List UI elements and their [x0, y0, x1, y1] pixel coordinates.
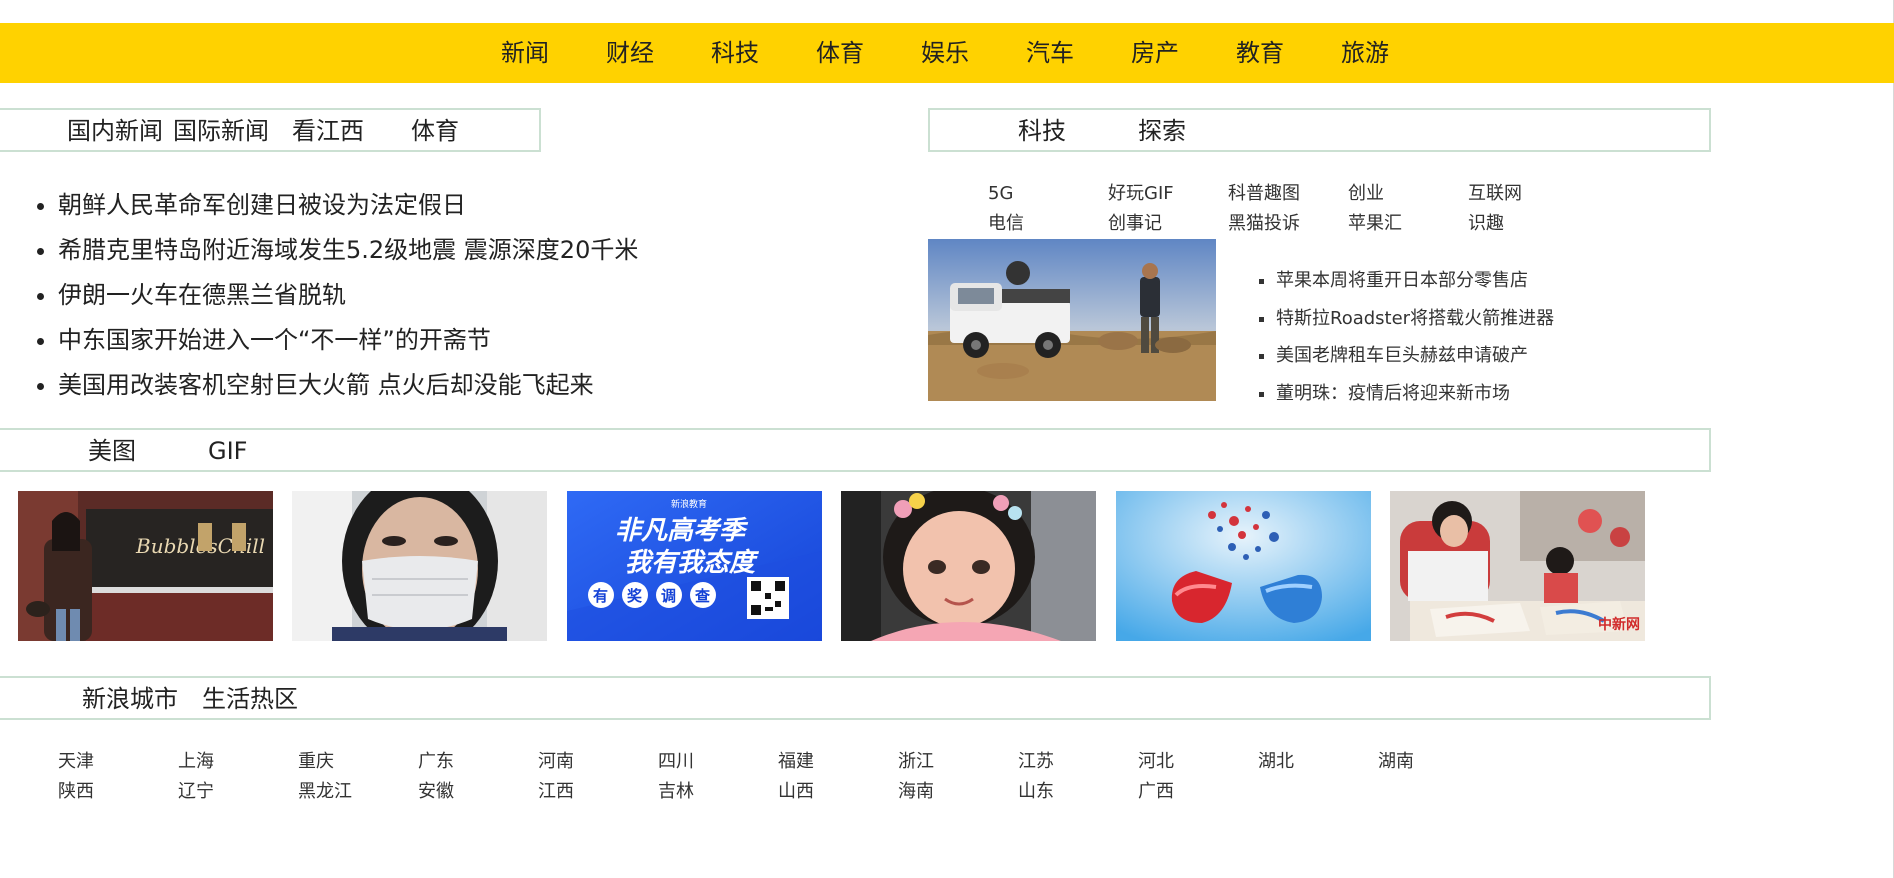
news-item[interactable]: 朝鲜人民革命军创建日被设为法定假日 — [58, 183, 638, 228]
tech-headline-item[interactable]: 特斯拉Roadster将搭载火箭推进器 — [1276, 300, 1554, 338]
city-link[interactable]: 福建 — [778, 749, 814, 775]
nav-travel[interactable]: 旅游 — [1341, 37, 1389, 69]
survey-circle-text: 查 — [695, 587, 711, 605]
gallery-section-header: 美图 GIF — [0, 428, 1711, 472]
gallery-thumb-medicine-capsule[interactable] — [1116, 491, 1371, 641]
tab-sina-city[interactable]: 新浪城市 — [82, 685, 178, 713]
tab-photos[interactable]: 美图 — [88, 437, 136, 465]
city-link[interactable]: 安徽 — [418, 779, 454, 805]
city-link[interactable]: 广东 — [418, 749, 454, 775]
city-link[interactable]: 河北 — [1138, 749, 1174, 775]
news-list: 朝鲜人民革命军创建日被设为法定假日 希腊克里特岛附近海域发生5.2级地震 震源深… — [30, 183, 638, 408]
nav-finance[interactable]: 财经 — [606, 37, 654, 69]
tab-sports[interactable]: 体育 — [411, 117, 459, 145]
nav-sports[interactable]: 体育 — [816, 37, 864, 69]
news-item[interactable]: 美国用改装客机空射巨大火箭 点火后却没能飞起来 — [58, 363, 638, 408]
city-link[interactable]: 河南 — [538, 749, 574, 775]
city-link[interactable]: 山东 — [1018, 779, 1054, 805]
city-link[interactable]: 广西 — [1138, 779, 1174, 805]
banner-title-line2: 我有我态度 — [625, 548, 760, 578]
tech-headline-item[interactable]: 美国老牌租车巨头赫兹申请破产 — [1276, 337, 1554, 375]
top-navigation-bar: 新闻 财经 科技 体育 娱乐 汽车 房产 教育 旅游 — [0, 23, 1894, 83]
qr-code-icon — [747, 577, 789, 619]
nav-education[interactable]: 教育 — [1236, 37, 1284, 69]
tech-link-complaints[interactable]: 黑猫投诉 — [1228, 211, 1300, 237]
banner-title-line1: 非凡高考季 — [615, 516, 749, 546]
city-link[interactable]: 湖南 — [1378, 749, 1414, 775]
tech-link-chuangshiji[interactable]: 创事记 — [1108, 211, 1162, 237]
tech-section-header: 科技 探索 — [928, 108, 1711, 152]
city-link[interactable]: 上海 — [178, 749, 214, 775]
tab-jiangxi[interactable]: 看江西 — [292, 117, 364, 145]
survey-circle-text: 有 — [593, 587, 608, 605]
city-link[interactable]: 四川 — [658, 749, 694, 775]
news-item[interactable]: 中东国家开始进入一个“不一样”的开斋节 — [58, 318, 638, 363]
tech-link-5g[interactable]: 5G — [988, 181, 1013, 207]
city-link[interactable]: 天津 — [58, 749, 94, 775]
news-item[interactable]: 伊朗一火车在德黑兰省脱轨 — [58, 273, 638, 318]
gallery-thumb-masked-face[interactable] — [292, 491, 547, 641]
city-link[interactable]: 海南 — [898, 779, 934, 805]
tech-headline-item[interactable]: 苹果本周将重开日本部分零售店 — [1276, 262, 1554, 300]
tech-link-telecom[interactable]: 电信 — [988, 211, 1024, 237]
tech-link-science[interactable]: 科普趣图 — [1228, 181, 1300, 207]
gallery-thumb-street-woman[interactable]: BubblesChill — [18, 491, 273, 641]
city-link[interactable]: 黑龙江 — [298, 779, 352, 805]
tech-link-internet[interactable]: 互联网 — [1468, 181, 1522, 207]
tab-life-hot-zone[interactable]: 生活热区 — [202, 685, 298, 713]
gallery-thumb-girl-portrait[interactable] — [841, 491, 1096, 641]
tech-headline-item[interactable]: 董明珠：疫情后将迎来新市场 — [1276, 375, 1554, 413]
banner-brand: 新浪教育 — [671, 498, 707, 510]
tab-tech[interactable]: 科技 — [1018, 117, 1066, 145]
tech-link-gif[interactable]: 好玩GIF — [1108, 181, 1174, 207]
nav-news[interactable]: 新闻 — [501, 37, 549, 69]
gallery-thumb-children-painting[interactable]: 中新网 — [1390, 491, 1645, 641]
city-link[interactable]: 陕西 — [58, 779, 94, 805]
survey-circle-text: 调 — [661, 587, 676, 605]
tech-feature-photo[interactable] — [928, 239, 1216, 401]
tech-link-shiqu[interactable]: 识趣 — [1468, 211, 1504, 237]
nav-entertainment[interactable]: 娱乐 — [921, 37, 969, 69]
watermark-text: 中新网 — [1598, 616, 1640, 633]
city-link[interactable]: 山西 — [778, 779, 814, 805]
tab-domestic-news[interactable]: 国内新闻 — [67, 117, 163, 145]
news-section-header: 国内新闻 国际新闻 看江西 体育 — [0, 108, 541, 152]
tech-link-startup[interactable]: 创业 — [1348, 181, 1384, 207]
nav-auto[interactable]: 汽车 — [1026, 37, 1074, 69]
tech-link-apple[interactable]: 苹果汇 — [1348, 211, 1402, 237]
nav-tech[interactable]: 科技 — [711, 37, 759, 69]
gallery-thumb-gaokao-banner[interactable]: 新浪教育 非凡高考季 我有我态度 有 奖 调 查 — [567, 491, 822, 641]
tab-gif[interactable]: GIF — [208, 437, 247, 465]
city-link[interactable]: 吉林 — [658, 779, 694, 805]
tab-international-news[interactable]: 国际新闻 — [173, 117, 269, 145]
city-link[interactable]: 湖北 — [1258, 749, 1294, 775]
city-link[interactable]: 重庆 — [298, 749, 334, 775]
city-link[interactable]: 江西 — [538, 779, 574, 805]
tech-headline-list: 苹果本周将重开日本部分零售店 特斯拉Roadster将搭载火箭推进器 美国老牌租… — [1240, 262, 1554, 412]
city-section-header: 新浪城市 生活热区 — [0, 676, 1711, 720]
city-link[interactable]: 浙江 — [898, 749, 934, 775]
news-item[interactable]: 希腊克里特岛附近海域发生5.2级地震 震源深度20千米 — [58, 228, 638, 273]
city-link[interactable]: 江苏 — [1018, 749, 1054, 775]
city-link[interactable]: 辽宁 — [178, 779, 214, 805]
nav-house[interactable]: 房产 — [1131, 37, 1179, 69]
tab-explore[interactable]: 探索 — [1138, 117, 1186, 145]
survey-circle-text: 奖 — [627, 587, 643, 605]
